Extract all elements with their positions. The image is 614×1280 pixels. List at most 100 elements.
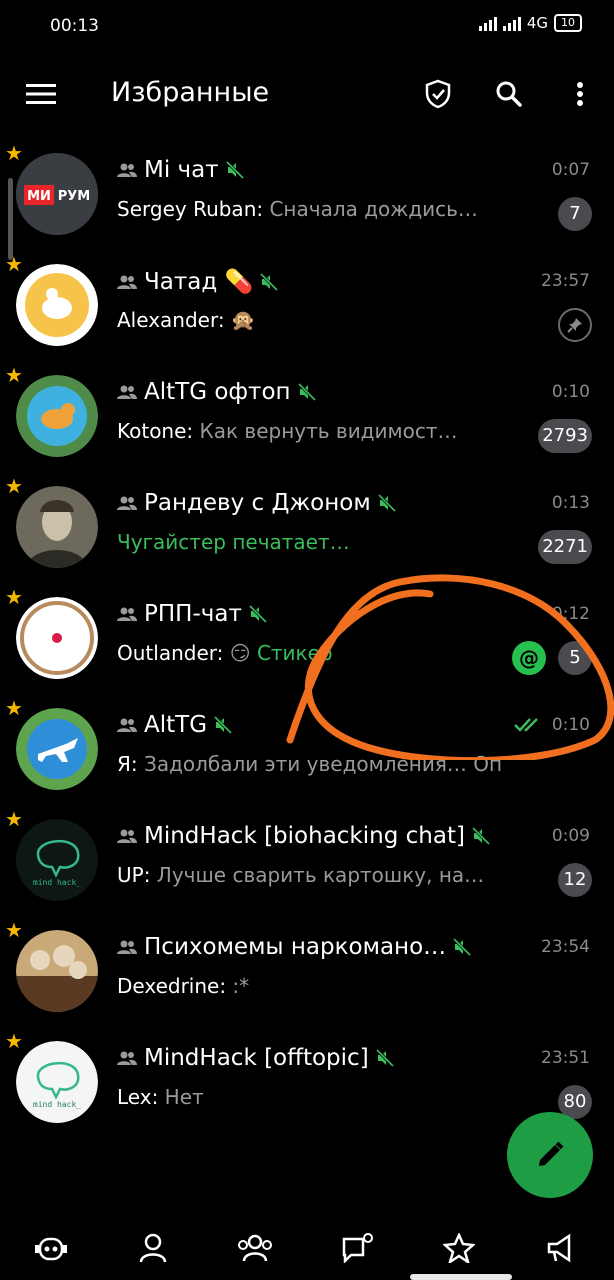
read-check-icon [514, 718, 538, 732]
page-title: Избранные [111, 77, 270, 108]
avatar [16, 708, 98, 790]
favorite-star-icon: ★ [5, 252, 23, 276]
chat-row[interactable]: ★ МИ РУМ Mi чат 0:07 Sergey Ruban: Сначал… [0, 139, 614, 250]
chat-time: 23:54 [541, 937, 590, 957]
group-icon [117, 829, 137, 843]
svg-text:МИ: МИ [27, 189, 51, 204]
message-text: Задолбали эти уведомления… Оп [137, 752, 503, 776]
chat-title-line: Рандеву с Джоном [117, 490, 396, 516]
message-text: :* [226, 974, 250, 998]
chat-time: 0:12 [551, 604, 590, 624]
unread-badge: 2271 [538, 530, 592, 564]
unread-badge: 12 [558, 863, 592, 897]
avatar: mind hack_ [16, 819, 98, 901]
chat-title-line: Психомемы наркомано… [117, 934, 472, 960]
message-sender: Kotone: [117, 419, 194, 443]
chat-preview: Dexedrine: :* [117, 974, 507, 998]
chat-time: 0:07 [551, 160, 590, 180]
message-sender: Dexedrine: [117, 974, 227, 998]
unread-badge: 2793 [538, 419, 592, 453]
status-bar: 00:13 4G 10 [0, 0, 614, 56]
chat-row[interactable]: ★ AltTG офтоп 0:10 Kotone: Как вернуть в… [0, 361, 614, 472]
signal-icon [478, 15, 497, 31]
network-type: 4G [526, 14, 548, 32]
message-sender: Sergey Ruban: [117, 197, 264, 221]
chat-preview: Outlander: 😏 Стикер [117, 641, 507, 665]
muted-icon [453, 938, 472, 956]
message-text: Нет [158, 1085, 204, 1109]
chat-preview: Kotone: Как вернуть видимост… [117, 419, 507, 443]
bot-icon[interactable] [33, 1230, 69, 1266]
message-text: 😏 [223, 641, 257, 665]
status-indicators: 4G 10 [478, 14, 582, 32]
chat-row[interactable]: ★ mind hack_ MindHack [biohacking chat] … [0, 805, 614, 916]
favorites-star-icon[interactable] [441, 1230, 477, 1266]
message-sender: Alexander: [117, 308, 225, 332]
chat-title: РПП-чат [144, 601, 242, 627]
unread-badge: 5 [558, 641, 592, 675]
channels-icon[interactable] [543, 1230, 579, 1266]
message-sender: UP: [117, 863, 151, 887]
group-icon [117, 163, 137, 177]
chat-time: 23:51 [541, 1048, 590, 1068]
favorite-star-icon: ★ [5, 474, 23, 498]
chat-icon[interactable] [339, 1230, 375, 1266]
group-icon [117, 940, 137, 954]
muted-icon [248, 605, 267, 623]
message-sender: Я: [117, 752, 138, 776]
bottom-nav [0, 1212, 614, 1280]
toolbar: Избранные [0, 56, 614, 132]
chat-row[interactable]: ★ AltTG 0:10 Я: Задолбали эти уведомлени… [0, 694, 614, 805]
avatar [16, 375, 98, 457]
chat-row[interactable]: ★ РПП-чат 0:12 Outlander: 😏 Стикер @ 5 [0, 583, 614, 694]
favorite-star-icon: ★ [5, 363, 23, 387]
message-sender: Outlander: [117, 641, 224, 665]
chat-row[interactable]: ★ Психомемы наркомано… 23:54 Dexedrine: … [0, 916, 614, 1027]
chat-title-line: MindHack [biohacking chat] [117, 823, 490, 849]
groups-icon[interactable] [237, 1230, 273, 1266]
chat-time: 23:57 [541, 271, 590, 291]
avatar [16, 597, 98, 679]
chat-title-line: AltTG офтоп [117, 379, 316, 405]
chat-preview: UP: Лучше сварить картошку, на… [117, 863, 507, 887]
chat-preview: Lex: Нет [117, 1085, 507, 1109]
chat-row[interactable]: ★ Рандеву с Джоном 0:13 Чугайстер печата… [0, 472, 614, 583]
chat-preview: Я: Задолбали эти уведомления… Оп [117, 752, 547, 776]
chat-time: 0:09 [551, 826, 590, 846]
svg-text:mind hack_: mind hack_ [33, 878, 81, 887]
chat-time: 0:13 [551, 493, 590, 513]
status-time: 00:13 [50, 16, 99, 36]
muted-icon [377, 494, 396, 512]
battery-icon: 10 [554, 14, 582, 32]
pin-icon [558, 308, 592, 342]
chat-preview: Alexander: 🙊 [117, 308, 507, 332]
contacts-icon[interactable] [135, 1230, 171, 1266]
group-icon [117, 1051, 137, 1065]
signal-icon-2 [502, 15, 521, 31]
menu-icon[interactable] [24, 76, 60, 112]
chat-title-line: РПП-чат [117, 601, 267, 627]
avatar [16, 486, 98, 568]
chat-title-line: Mi чат [117, 157, 244, 183]
nav-active-indicator [410, 1274, 512, 1280]
chat-title: AltTG [144, 712, 208, 738]
sticker-label: Стикер [256, 641, 333, 665]
more-vert-icon[interactable] [562, 76, 598, 112]
favorite-star-icon: ★ [5, 1029, 23, 1053]
favorite-star-icon: ★ [5, 807, 23, 831]
favorite-star-icon: ★ [5, 696, 23, 720]
compose-button[interactable] [507, 1112, 593, 1198]
muted-icon [375, 1049, 394, 1067]
unread-badge: 7 [558, 197, 592, 231]
chat-row[interactable]: ★ Чатад 💊 23:57 Alexander: 🙊 [0, 250, 614, 361]
mention-badge: @ [512, 641, 546, 675]
pencil-icon [539, 1141, 564, 1166]
group-icon [117, 607, 137, 621]
chat-title: MindHack [biohacking chat] [144, 823, 465, 849]
group-icon [117, 385, 137, 399]
avatar: МИ РУМ [16, 153, 98, 235]
search-icon[interactable] [491, 76, 527, 112]
chat-title: AltTG офтоп [144, 379, 291, 405]
chat-time: 0:10 [551, 382, 590, 402]
shield-check-icon[interactable] [420, 76, 456, 112]
